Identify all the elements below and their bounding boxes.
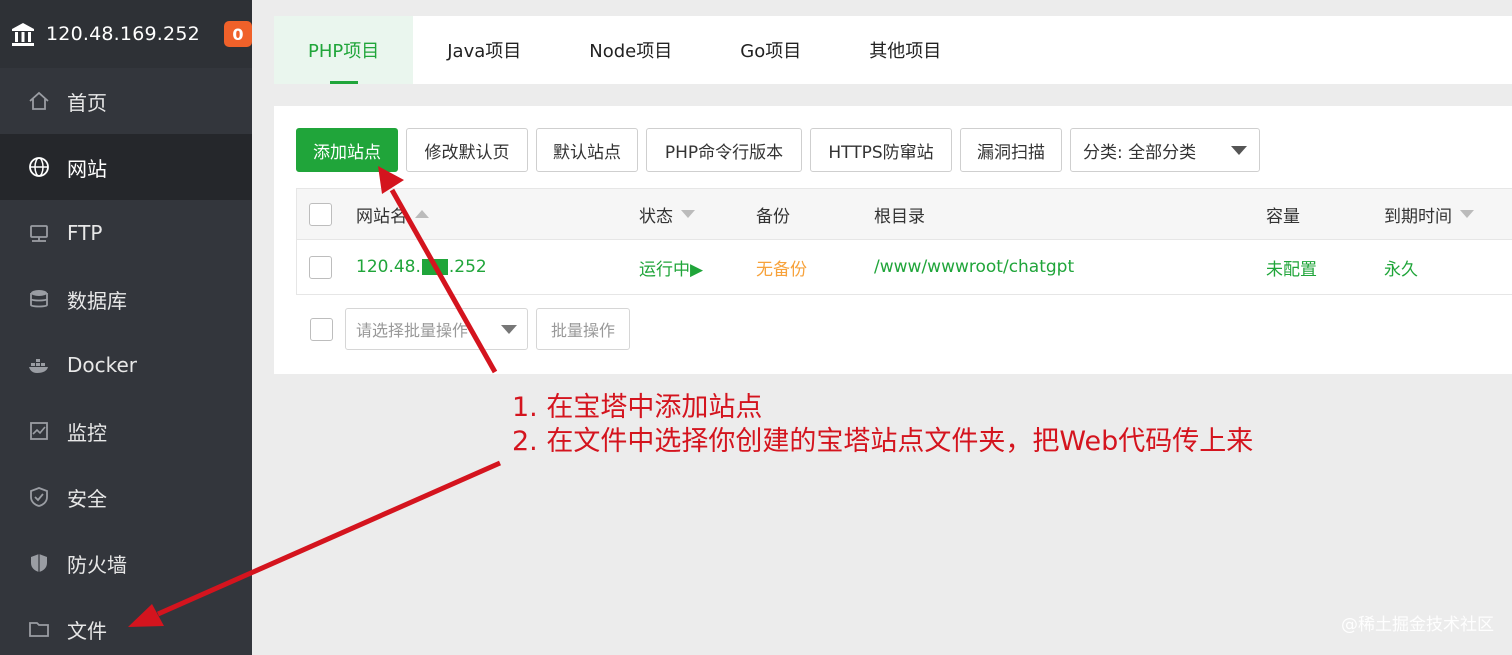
sidebar-header: 120.48.169.252 0: [0, 0, 252, 68]
annotation-line-1: 1. 在宝塔中添加站点: [512, 392, 763, 423]
select-all-checkbox[interactable]: [309, 202, 332, 226]
bt-logo-icon: [10, 21, 36, 47]
annotation-line-2: 2. 在文件中选择你创建的宝塔站点文件夹，把Web代码传上来: [512, 426, 1254, 457]
https-anti-hijack-button[interactable]: HTTPS防窜站: [810, 128, 952, 172]
sort-asc-icon: [415, 210, 429, 218]
annotation-text: 1. 在宝塔中添加站点 2. 在文件中选择你创建的宝塔站点文件夹，把Web代码传…: [512, 391, 1253, 459]
sidebar-item-label: FTP: [67, 221, 103, 245]
sidebar-item-home[interactable]: 首页: [0, 68, 252, 134]
table-row: 120.48. .252 运行中▶ 无备份 /www/wwwroot/chatg…: [297, 240, 1512, 294]
vuln-scan-button[interactable]: 漏洞扫描: [960, 128, 1062, 172]
col-backup: 备份: [756, 206, 790, 227]
docker-icon: [27, 353, 51, 377]
sidebar-item-security[interactable]: 安全: [0, 464, 252, 530]
batch-checkbox[interactable]: [310, 317, 333, 341]
tab-php[interactable]: PHP项目: [274, 16, 414, 84]
notification-badge[interactable]: 0: [223, 21, 252, 47]
site-expire[interactable]: 永久: [1384, 255, 1418, 280]
chevron-down-icon: [501, 324, 517, 334]
category-select[interactable]: 分类: 全部分类: [1070, 128, 1260, 172]
sidebar-item-label: 监控: [67, 420, 107, 445]
sidebar-item-label: 数据库: [67, 288, 127, 313]
redaction-mask: [421, 259, 448, 275]
sidebar-item-monitor[interactable]: 监控: [0, 398, 252, 464]
chevron-down-icon: [1231, 145, 1247, 155]
sidebar-item-label: 首页: [67, 90, 107, 115]
sidebar-item-label: 防火墙: [67, 552, 127, 577]
sidebar-item-label: 网站: [67, 156, 107, 181]
row-checkbox[interactable]: [309, 255, 332, 279]
sidebar-item-database[interactable]: 数据库: [0, 266, 252, 332]
site-name-suffix: .252: [448, 257, 487, 277]
tab-node[interactable]: Node项目: [555, 16, 706, 84]
col-site-name[interactable]: 网站名: [356, 202, 429, 227]
tab-go[interactable]: Go项目: [706, 16, 835, 84]
modify-default-page-button[interactable]: 修改默认页: [406, 128, 528, 172]
site-backup[interactable]: 无备份: [756, 255, 807, 280]
default-site-button[interactable]: 默认站点: [536, 128, 638, 172]
sidebar-item-label: 文件: [67, 618, 107, 643]
sort-desc-icon: [1460, 210, 1474, 218]
site-name-link[interactable]: 120.48. .252: [356, 257, 487, 277]
sort-desc-icon: [681, 210, 695, 218]
sidebar-item-website[interactable]: 网站: [0, 134, 252, 200]
batch-select[interactable]: 请选择批量操作: [345, 308, 528, 350]
col-status-label: 状态: [639, 206, 673, 227]
col-root-dir: 根目录: [874, 206, 925, 227]
col-status[interactable]: 状态: [639, 202, 695, 227]
table-header: 网站名 状态 备份 根目录 容量 到期时间: [297, 189, 1512, 240]
sidebar-item-label: 安全: [67, 486, 107, 511]
site-list-panel: 添加站点 修改默认页 默认站点 PHP命令行版本 HTTPS防窜站 漏洞扫描 分…: [274, 106, 1512, 374]
add-site-button[interactable]: 添加站点: [296, 128, 398, 172]
col-capacity: 容量: [1266, 206, 1300, 227]
project-tabs: PHP项目 Java项目 Node项目 Go项目 其他项目: [274, 16, 1512, 84]
tab-other[interactable]: 其他项目: [835, 16, 975, 84]
watermark: @稀土掘金技术社区: [1341, 615, 1494, 635]
shield-icon: [27, 485, 51, 509]
firewall-icon: [27, 551, 51, 575]
sidebar-item-ftp[interactable]: FTP: [0, 200, 252, 266]
site-root-dir[interactable]: /www/wwwroot/chatgpt: [874, 257, 1074, 277]
site-status[interactable]: 运行中▶: [639, 255, 703, 280]
toolbar: 添加站点 修改默认页 默认站点 PHP命令行版本 HTTPS防窜站 漏洞扫描 分…: [296, 128, 1260, 172]
col-expire-label: 到期时间: [1384, 206, 1452, 227]
col-site-name-label: 网站名: [356, 206, 407, 227]
batch-actions: 请选择批量操作 批量操作: [296, 308, 631, 350]
site-name-prefix: 120.48.: [356, 257, 421, 277]
col-expire[interactable]: 到期时间: [1384, 202, 1474, 227]
folder-icon: [27, 617, 51, 641]
site-capacity[interactable]: 未配置: [1266, 255, 1317, 280]
sidebar-item-label: Docker: [67, 353, 138, 377]
tab-java[interactable]: Java项目: [413, 16, 555, 84]
home-icon: [27, 89, 51, 113]
sidebar-item-files[interactable]: 文件: [0, 596, 252, 655]
monitor-icon: [27, 419, 51, 443]
category-select-value: 分类: 全部分类: [1083, 142, 1197, 163]
globe-icon: [27, 155, 51, 179]
database-icon: [27, 287, 51, 311]
php-cli-version-button[interactable]: PHP命令行版本: [646, 128, 802, 172]
sidebar-item-firewall[interactable]: 防火墙: [0, 530, 252, 596]
sidebar-item-docker[interactable]: Docker: [0, 332, 252, 398]
batch-select-placeholder: 请选择批量操作: [356, 321, 469, 340]
ftp-icon: [27, 221, 51, 245]
site-table: 网站名 状态 备份 根目录 容量 到期时间 120.48. .252 运行中▶: [296, 188, 1512, 295]
batch-action-button[interactable]: 批量操作: [536, 308, 631, 350]
sidebar: 120.48.169.252 0 首页 网站 FTP 数据库 Docker 监控…: [0, 0, 252, 655]
server-ip: 120.48.169.252: [46, 23, 200, 45]
